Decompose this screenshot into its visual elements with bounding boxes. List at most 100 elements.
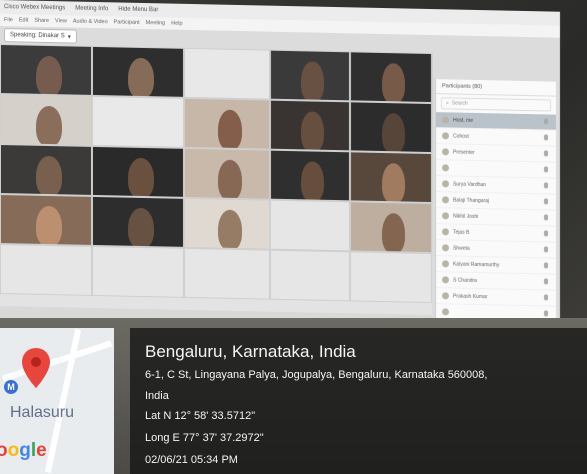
microphone-icon[interactable]: [544, 262, 548, 269]
video-tile[interactable]: [0, 44, 92, 96]
participant-video-figure: [127, 207, 154, 248]
video-tile[interactable]: [350, 151, 432, 204]
participant-name: S Chandra: [453, 276, 477, 284]
video-tile[interactable]: [92, 145, 184, 198]
microphone-icon[interactable]: [544, 150, 548, 157]
menu-view[interactable]: View: [55, 18, 67, 24]
brand-letter: o: [0, 440, 8, 461]
menu-share[interactable]: Share: [34, 18, 49, 24]
microphone-icon[interactable]: [544, 294, 548, 301]
avatar: [442, 292, 449, 300]
microphone-icon[interactable]: [544, 230, 548, 237]
video-tile[interactable]: [0, 244, 92, 296]
microphone-icon[interactable]: [544, 198, 548, 205]
geotag-longitude: Long E 77° 37' 37.2972": [145, 432, 264, 444]
participant-video-figure: [382, 163, 406, 204]
video-tile[interactable]: [184, 147, 270, 200]
participant-name: Kalyani Ramamurthy: [453, 260, 500, 268]
participant-search-input[interactable]: ⌕ Search: [441, 97, 551, 112]
video-gallery: [0, 44, 432, 316]
participant-video-figure: [127, 157, 154, 198]
video-tile[interactable]: [270, 199, 350, 252]
microphone-icon[interactable]: [544, 134, 548, 141]
video-tile[interactable]: [270, 99, 350, 152]
avatar: [442, 180, 449, 188]
video-tile[interactable]: [0, 94, 92, 146]
video-tile[interactable]: [0, 194, 92, 246]
participant-name: Nikhil Joshi: [453, 212, 479, 220]
video-tile[interactable]: [184, 197, 270, 250]
participant-video-figure: [301, 161, 324, 202]
video-tile[interactable]: [350, 251, 432, 304]
video-tile[interactable]: [92, 195, 184, 248]
video-tile[interactable]: [184, 247, 270, 300]
active-speaker-indicator[interactable]: Speaking: Dinakar S ▾: [4, 28, 77, 44]
video-tile[interactable]: [92, 245, 184, 298]
geotag-country: India: [145, 390, 169, 402]
hide-menubar-link[interactable]: Hide Menu Bar: [118, 6, 158, 13]
avatar: [442, 228, 449, 236]
participant-video-figure: [301, 61, 324, 102]
video-tile[interactable]: [92, 95, 184, 148]
participant-video-figure: [217, 159, 242, 200]
brand-letter: o: [7, 440, 20, 461]
participant-video-figure: [127, 57, 154, 98]
meeting-info-link[interactable]: Meeting Info: [75, 6, 108, 13]
map-thumbnail: M Halasuru oogle: [0, 328, 114, 474]
chevron-down-icon: ▾: [67, 33, 71, 40]
map-pin-icon: [22, 348, 50, 388]
avatar: [442, 196, 449, 204]
microphone-icon[interactable]: [544, 214, 548, 221]
participant-name: Prakash Kumar: [453, 292, 488, 300]
video-tile[interactable]: [270, 49, 350, 102]
map-road: [1, 340, 113, 382]
microphone-icon[interactable]: [544, 166, 548, 173]
search-placeholder: Search: [451, 100, 468, 107]
participant-video-figure: [35, 105, 62, 146]
search-icon: ⌕: [446, 100, 449, 107]
menu-file[interactable]: File: [4, 17, 13, 23]
video-tile[interactable]: [184, 47, 270, 100]
video-tile[interactable]: [184, 97, 270, 150]
video-tile[interactable]: [270, 249, 350, 302]
microphone-icon[interactable]: [544, 118, 548, 125]
microphone-icon[interactable]: [544, 278, 548, 285]
video-tile[interactable]: [350, 101, 432, 154]
video-tile[interactable]: [0, 144, 92, 196]
menu-help[interactable]: Help: [171, 21, 182, 27]
participant-video-figure: [35, 55, 62, 96]
map-place-label: Halasuru: [10, 404, 75, 421]
participant-name: Balaji Thangaraj: [453, 196, 490, 204]
avatar: [442, 164, 449, 172]
video-tile[interactable]: [270, 149, 350, 202]
map-brand-logo: oogle: [0, 440, 47, 462]
participants-panel: Participants (80) ⌕ Search Host, me Cohos…: [435, 79, 556, 352]
video-tile[interactable]: [92, 45, 184, 98]
avatar: [442, 148, 449, 156]
webex-screen: Cisco Webex Meetings Meeting Info Hide M…: [0, 0, 560, 352]
participant-name: Cohost: [453, 132, 469, 140]
participant-video-figure: [382, 213, 406, 254]
geotag-address: 6-1, C St, Lingayana Palya, Jogupalya, B…: [145, 369, 488, 381]
microphone-icon[interactable]: [544, 182, 548, 189]
metro-icon: M: [4, 380, 18, 394]
video-tile[interactable]: [350, 201, 432, 254]
app-title: Cisco Webex Meetings: [4, 4, 66, 12]
participant-video-figure: [301, 111, 324, 152]
avatar: [442, 276, 449, 284]
menu-participant[interactable]: Participant: [114, 19, 140, 26]
avatar: [442, 116, 449, 124]
microphone-icon[interactable]: [544, 310, 548, 317]
participant-name: Tejas B: [453, 228, 470, 236]
participant-name: Presenter: [453, 148, 475, 156]
participant-name: Shweta: [453, 244, 470, 252]
brand-letter: e: [36, 440, 47, 461]
menu-meeting[interactable]: Meeting: [146, 20, 166, 26]
menu-edit[interactable]: Edit: [19, 17, 28, 23]
video-tile[interactable]: [350, 51, 432, 104]
panel-title: Participants (80): [442, 83, 483, 91]
microphone-icon[interactable]: [544, 246, 548, 253]
menu-audio-video[interactable]: Audio & Video: [73, 19, 108, 26]
participant-video-figure: [382, 63, 406, 104]
participant-name: Host, me: [453, 116, 474, 124]
